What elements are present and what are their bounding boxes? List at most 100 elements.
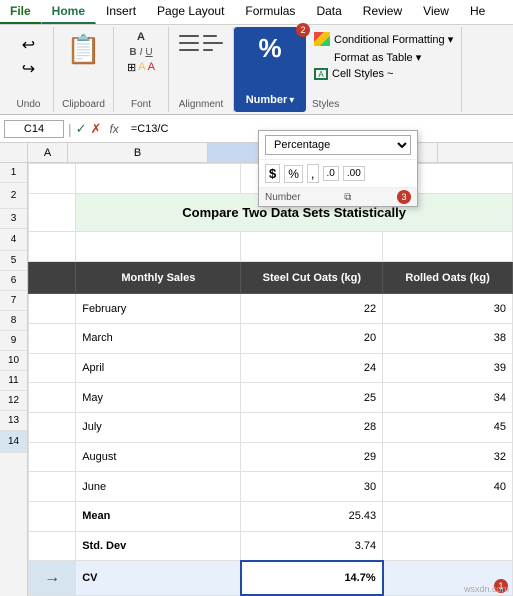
cell-steel-oats-header[interactable]: Steel Cut Oats (kg) — [241, 261, 383, 294]
cell-july[interactable]: July — [76, 413, 241, 443]
cell-a11[interactable] — [29, 472, 76, 502]
cell-c9[interactable]: 28 — [241, 413, 383, 443]
tab-formulas[interactable]: Formulas — [235, 0, 306, 24]
number-dropdown-btn[interactable]: ▾ — [289, 95, 294, 106]
cell-c12[interactable]: 25.43 — [241, 502, 383, 532]
italic-button[interactable]: I — [140, 47, 143, 58]
bold-button[interactable]: B — [129, 47, 136, 58]
cell-d9[interactable]: 45 — [383, 413, 513, 443]
cell-mean[interactable]: Mean — [76, 502, 241, 532]
border-button[interactable]: ⊞ — [127, 61, 136, 74]
cell-june[interactable]: June — [76, 472, 241, 502]
cell-may[interactable]: May — [76, 383, 241, 413]
styles-items: Conditional Formatting ▾ Format as Table… — [312, 31, 455, 81]
cell-d8[interactable]: 34 — [383, 383, 513, 413]
fill-button[interactable]: A — [138, 61, 145, 74]
tab-page-layout[interactable]: Page Layout — [147, 0, 235, 24]
dec-decrease-button[interactable]: .00 — [343, 166, 365, 181]
tab-file[interactable]: File — [0, 0, 42, 24]
cell-b1[interactable] — [76, 164, 241, 194]
cell-a14[interactable]: → — [29, 561, 76, 595]
row-num-9: 9 — [0, 331, 27, 351]
tab-view[interactable]: View — [413, 0, 460, 24]
font-color-button[interactable]: A — [148, 61, 155, 74]
fx-button[interactable]: fx — [105, 122, 122, 136]
cell-february[interactable]: February — [76, 294, 241, 324]
cell-std-dev[interactable]: Std. Dev — [76, 531, 241, 561]
row-num-1: 1 — [0, 163, 27, 183]
cell-a9[interactable] — [29, 413, 76, 443]
formula-bar: | ✓ ✗ fx — [0, 115, 513, 143]
conditional-formatting-button[interactable]: Conditional Formatting ▾ — [312, 31, 455, 47]
pct-button[interactable]: % — [284, 165, 303, 183]
cell-cv-value[interactable]: 14.7% — [241, 561, 383, 595]
cell-march[interactable]: March — [76, 324, 241, 354]
cell-d13[interactable] — [383, 531, 513, 561]
cell-a12[interactable] — [29, 502, 76, 532]
cell-a7[interactable] — [29, 353, 76, 383]
row-num-13: 13 — [0, 411, 27, 431]
col-headers: A B C D — [0, 143, 513, 163]
cell-a6[interactable] — [29, 324, 76, 354]
cell-rolled-oats-header[interactable]: Rolled Oats (kg) — [383, 261, 513, 294]
undo-button[interactable]: ↩ — [18, 33, 39, 57]
cell-c7[interactable]: 24 — [241, 353, 383, 383]
cell-d5[interactable]: 30 — [383, 294, 513, 324]
table-row: June 30 40 — [29, 472, 513, 502]
cell-a2[interactable] — [29, 193, 76, 232]
cell-styles-button[interactable]: A Cell Styles ~ — [312, 67, 455, 81]
redo-button[interactable]: ↪ — [18, 57, 39, 81]
cell-c10[interactable]: 29 — [241, 442, 383, 472]
cell-c13[interactable]: 3.74 — [241, 531, 383, 561]
cell-b3[interactable] — [76, 232, 241, 262]
tab-insert[interactable]: Insert — [96, 0, 147, 24]
watermark: wsxdn.com — [464, 584, 509, 594]
number-label: Number — [246, 94, 288, 106]
table-row: Mean 25.43 — [29, 502, 513, 532]
tab-home[interactable]: Home — [42, 0, 96, 24]
cell-monthly-sales-header[interactable]: Monthly Sales — [76, 261, 241, 294]
tab-more[interactable]: He — [460, 0, 496, 24]
table-row: → CV 14.7% 1 — [29, 561, 513, 595]
cell-april[interactable]: April — [76, 353, 241, 383]
cell-styles-label: Cell Styles ~ — [332, 68, 393, 80]
cell-a4[interactable] — [29, 261, 76, 294]
cell-c8[interactable]: 25 — [241, 383, 383, 413]
cell-c6[interactable]: 20 — [241, 324, 383, 354]
cell-a10[interactable] — [29, 442, 76, 472]
cell-d7[interactable]: 39 — [383, 353, 513, 383]
number-icon: % — [258, 33, 281, 64]
cell-d11[interactable]: 40 — [383, 472, 513, 502]
cell-a1[interactable] — [29, 164, 76, 194]
tab-data[interactable]: Data — [306, 0, 352, 24]
underline-button[interactable]: U — [145, 47, 152, 58]
cell-d12[interactable] — [383, 502, 513, 532]
check-icon[interactable]: ✓ — [76, 121, 87, 137]
clipboard-label: Clipboard — [62, 97, 105, 110]
cell-d3[interactable] — [383, 232, 513, 262]
row-num-7: 7 — [0, 291, 27, 311]
table-row: August 29 32 — [29, 442, 513, 472]
cell-c11[interactable]: 30 — [241, 472, 383, 502]
number-diag-icon[interactable]: ⧉ — [344, 192, 351, 203]
cell-c5[interactable]: 22 — [241, 294, 383, 324]
comma-button[interactable]: , — [307, 164, 319, 183]
cell-a5[interactable] — [29, 294, 76, 324]
format-as-table-button[interactable]: Format as Table ▾ — [312, 49, 455, 65]
cell-d6[interactable]: 38 — [383, 324, 513, 354]
cell-styles-icon: A — [314, 68, 328, 80]
cell-cv[interactable]: CV — [76, 561, 241, 595]
number-format-select[interactable]: Percentage — [265, 135, 411, 155]
cell-a13[interactable] — [29, 531, 76, 561]
dec-increase-button[interactable]: .0 — [323, 166, 339, 181]
tab-review[interactable]: Review — [353, 0, 413, 24]
cell-d10[interactable]: 32 — [383, 442, 513, 472]
cell-c3[interactable] — [241, 232, 383, 262]
cell-august[interactable]: August — [76, 442, 241, 472]
undo-group: ↩ ↪ Undo — [4, 27, 54, 112]
cell-a8[interactable] — [29, 383, 76, 413]
cancel-icon[interactable]: ✗ — [91, 121, 102, 137]
cell-a3[interactable] — [29, 232, 76, 262]
cell-reference[interactable] — [4, 120, 64, 138]
dollar-button[interactable]: $ — [265, 164, 280, 183]
